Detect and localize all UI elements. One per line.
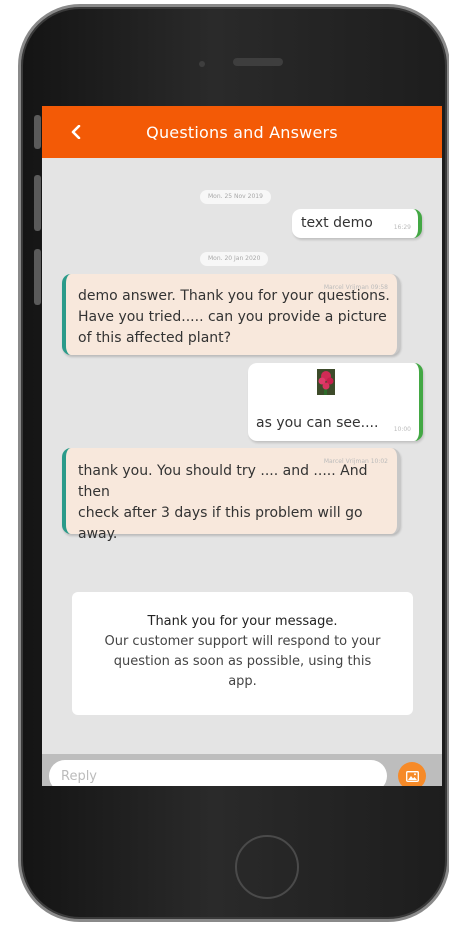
chevron-left-icon[interactable] bbox=[66, 121, 86, 143]
message-line: away. bbox=[78, 526, 118, 542]
notice-line: question as soon as possible, using this bbox=[113, 654, 372, 669]
message-line: Have you tried..... can you provide a pi… bbox=[78, 309, 387, 325]
message-line: thank you. You should try .... and .....… bbox=[78, 463, 368, 500]
message-text: thank you. You should try .... and .....… bbox=[78, 461, 397, 545]
message-text: text demo bbox=[301, 215, 373, 231]
thank-you-notice: Thank you for your message. Our customer… bbox=[72, 592, 413, 715]
app-screen: Questions and Answers Mon. 25 Nov 2019 t… bbox=[42, 106, 442, 786]
message-incoming: Marcel Vrijman 09:58 demo answer. Thank … bbox=[62, 274, 400, 355]
message-line: of this affected plant? bbox=[78, 330, 232, 346]
message-line: check after 3 days if this problem will … bbox=[78, 505, 363, 521]
reply-bar bbox=[42, 754, 442, 786]
flower-photo[interactable] bbox=[317, 369, 335, 395]
notice-line: app. bbox=[228, 674, 257, 689]
earpiece-speaker bbox=[233, 58, 283, 66]
message-outgoing-photo: as you can see.... 10:00 bbox=[248, 363, 423, 441]
reply-input[interactable] bbox=[49, 760, 387, 786]
date-separator: Mon. 25 Nov 2019 bbox=[200, 190, 271, 204]
message-time: 16:29 bbox=[393, 224, 411, 231]
front-camera bbox=[199, 61, 205, 67]
image-icon bbox=[405, 770, 419, 782]
date-separator: Mon. 20 Jan 2020 bbox=[200, 252, 269, 266]
notice-line: Our customer support will respond to you… bbox=[104, 634, 381, 649]
message-text: demo answer. Thank you for your question… bbox=[78, 286, 390, 349]
volume-down-button bbox=[34, 249, 41, 305]
message-time: 10:00 bbox=[393, 426, 411, 433]
volume-up-button bbox=[34, 175, 41, 231]
message-outgoing: text demo 16:29 bbox=[292, 209, 422, 238]
message-line: demo answer. Thank you for your question… bbox=[78, 288, 390, 304]
message-text: as you can see.... bbox=[256, 415, 379, 431]
home-button[interactable] bbox=[235, 835, 299, 899]
notice-body: Our customer support will respond to you… bbox=[72, 632, 413, 692]
attach-image-button[interactable] bbox=[398, 762, 426, 786]
silent-switch bbox=[34, 115, 41, 149]
app-header: Questions and Answers bbox=[42, 106, 442, 158]
message-incoming: Marcel Vrijman 10:02 thank you. You shou… bbox=[62, 448, 400, 542]
notice-title: Thank you for your message. bbox=[147, 614, 338, 629]
page-title: Questions and Answers bbox=[146, 122, 338, 142]
